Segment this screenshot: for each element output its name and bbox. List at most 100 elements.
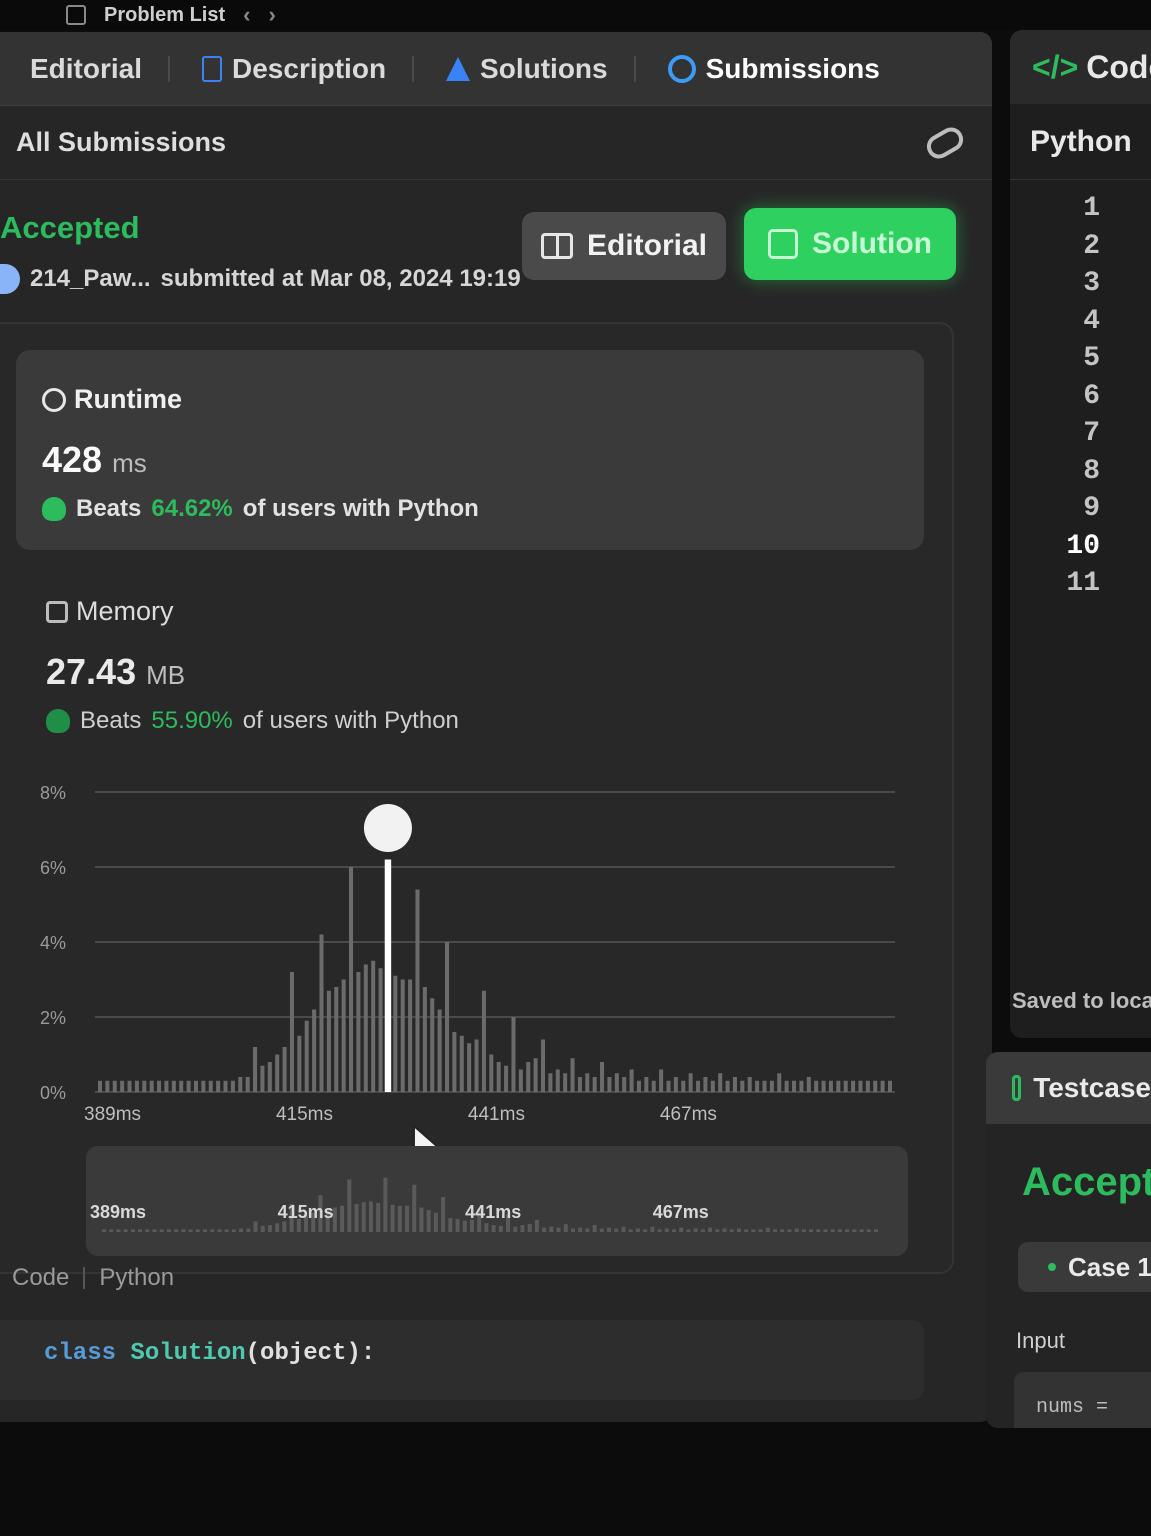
distribution-bar[interactable] bbox=[444, 942, 450, 1092]
distribution-bar[interactable] bbox=[511, 1017, 516, 1092]
solution-button[interactable]: Solution bbox=[744, 208, 956, 280]
share-link-icon[interactable] bbox=[922, 122, 968, 163]
distribution-bar[interactable] bbox=[378, 968, 383, 1092]
distribution-bar[interactable] bbox=[253, 1047, 258, 1092]
distribution-bar[interactable] bbox=[430, 998, 435, 1092]
distribution-bar[interactable] bbox=[275, 1054, 280, 1093]
distribution-bar[interactable] bbox=[740, 1080, 745, 1092]
distribution-bar[interactable] bbox=[836, 1080, 841, 1092]
distribution-bar[interactable] bbox=[97, 1080, 103, 1092]
distribution-bar[interactable] bbox=[363, 964, 368, 1093]
distribution-bar[interactable] bbox=[349, 867, 354, 1092]
distribution-bar[interactable] bbox=[164, 1080, 169, 1092]
distribution-bar[interactable] bbox=[149, 1080, 154, 1092]
tab-solutions[interactable]: Solutions bbox=[430, 53, 652, 85]
distribution-bar[interactable] bbox=[585, 1073, 590, 1092]
distribution-bar[interactable] bbox=[688, 1073, 693, 1092]
distribution-bar[interactable] bbox=[540, 1039, 546, 1093]
avatar[interactable] bbox=[0, 264, 20, 294]
distribution-bar[interactable] bbox=[400, 979, 405, 1093]
distribution-bar[interactable] bbox=[880, 1080, 885, 1092]
distribution-bar[interactable] bbox=[112, 1080, 117, 1092]
distribution-bar[interactable] bbox=[312, 1009, 317, 1093]
distribution-bar[interactable] bbox=[644, 1077, 649, 1092]
case-tab[interactable]: Case 1 bbox=[1018, 1242, 1151, 1292]
distribution-bar[interactable] bbox=[681, 1080, 686, 1092]
distribution-bar[interactable] bbox=[437, 1009, 442, 1093]
distribution-bar[interactable] bbox=[865, 1080, 870, 1092]
distribution-bar[interactable] bbox=[777, 1073, 782, 1092]
distribution-bar[interactable] bbox=[208, 1080, 213, 1092]
distribution-bar[interactable] bbox=[171, 1080, 176, 1092]
distribution-bar[interactable] bbox=[304, 1020, 309, 1092]
distribution-bar[interactable] bbox=[858, 1080, 863, 1092]
editorial-button[interactable]: Editorial bbox=[522, 212, 726, 280]
distribution-bar[interactable] bbox=[216, 1080, 221, 1092]
distribution-bar[interactable] bbox=[696, 1080, 701, 1092]
distribution-bar[interactable] bbox=[570, 1058, 575, 1092]
distribution-bar[interactable] bbox=[326, 990, 331, 1092]
distribution-bar[interactable] bbox=[238, 1077, 243, 1092]
tab-description[interactable]: Description bbox=[186, 53, 430, 85]
distribution-bar[interactable] bbox=[747, 1077, 752, 1092]
distribution-bar[interactable] bbox=[289, 972, 294, 1092]
distribution-bar[interactable] bbox=[755, 1080, 760, 1092]
distribution-bar[interactable] bbox=[651, 1080, 656, 1092]
distribution-bar[interactable] bbox=[489, 1054, 494, 1093]
distribution-bar[interactable] bbox=[371, 960, 376, 1092]
distribution-bar[interactable] bbox=[415, 889, 420, 1093]
distribution-bar[interactable] bbox=[710, 1080, 715, 1092]
distribution-bar[interactable] bbox=[260, 1065, 265, 1092]
memory-card[interactable]: Memory 27.43 MB Beats 55.90% of users wi… bbox=[46, 596, 459, 735]
distribution-bar[interactable] bbox=[518, 1069, 523, 1093]
distribution-bar[interactable] bbox=[762, 1080, 767, 1092]
distribution-bar[interactable] bbox=[629, 1069, 634, 1093]
distribution-bar[interactable] bbox=[452, 1032, 457, 1092]
tab-editorial[interactable]: Editorial bbox=[14, 53, 186, 85]
distribution-bar[interactable] bbox=[821, 1080, 826, 1092]
distribution-bar[interactable] bbox=[334, 987, 339, 1092]
distribution-bar[interactable] bbox=[179, 1080, 184, 1092]
distribution-bar[interactable] bbox=[799, 1080, 804, 1092]
chart-range-brush[interactable]: 389ms 415ms 441ms 467ms bbox=[86, 1146, 908, 1256]
distribution-bar[interactable] bbox=[459, 1035, 464, 1092]
distribution-bar[interactable] bbox=[666, 1080, 671, 1092]
highlight-bar[interactable] bbox=[384, 859, 392, 1093]
distribution-bar[interactable] bbox=[496, 1062, 501, 1092]
distribution-bar[interactable] bbox=[843, 1080, 848, 1092]
distribution-bar[interactable] bbox=[614, 1073, 619, 1092]
distribution-bar[interactable] bbox=[673, 1077, 678, 1092]
distribution-bar[interactable] bbox=[784, 1080, 789, 1092]
distribution-bar[interactable] bbox=[201, 1080, 206, 1092]
prev-problem-icon[interactable]: ‹ bbox=[243, 2, 250, 28]
list-icon[interactable] bbox=[66, 5, 86, 25]
distribution-bar[interactable] bbox=[186, 1080, 191, 1092]
distribution-bar[interactable] bbox=[718, 1073, 723, 1092]
distribution-bar[interactable] bbox=[577, 1077, 582, 1092]
runtime-distribution-chart[interactable]: 0% 2% 4% 6% 8% 389ms 415ms 441ms 467ms bbox=[0, 770, 920, 1150]
distribution-bar[interactable] bbox=[474, 1039, 479, 1093]
problem-list-link[interactable]: Problem List bbox=[104, 4, 225, 27]
distribution-bar[interactable] bbox=[533, 1058, 538, 1092]
distribution-bar[interactable] bbox=[356, 972, 361, 1092]
distribution-bar[interactable] bbox=[341, 979, 346, 1093]
runtime-card[interactable]: Runtime 428 ms Beats 64.62% of users wit… bbox=[16, 350, 924, 550]
distribution-bar[interactable] bbox=[806, 1077, 811, 1092]
distribution-bar[interactable] bbox=[659, 1069, 664, 1093]
distribution-bar[interactable] bbox=[297, 1035, 302, 1092]
distribution-bar[interactable] bbox=[481, 990, 486, 1092]
distribution-bar[interactable] bbox=[245, 1077, 250, 1092]
distribution-bar[interactable] bbox=[887, 1080, 893, 1092]
distribution-bar[interactable] bbox=[267, 1062, 272, 1092]
distribution-bar[interactable] bbox=[393, 975, 398, 1092]
brush-background[interactable] bbox=[86, 1146, 908, 1256]
distribution-bar[interactable] bbox=[725, 1080, 730, 1092]
distribution-bar[interactable] bbox=[230, 1080, 235, 1092]
language-select[interactable]: Python bbox=[1010, 104, 1151, 180]
distribution-bar[interactable] bbox=[636, 1080, 641, 1092]
submitted-code[interactable]: class Solution(object): bbox=[0, 1320, 924, 1400]
distribution-bar[interactable] bbox=[142, 1080, 147, 1092]
distribution-bar[interactable] bbox=[467, 1043, 472, 1092]
highlight-marker[interactable] bbox=[363, 804, 412, 852]
tab-code[interactable]: </> Code bbox=[1010, 30, 1151, 104]
